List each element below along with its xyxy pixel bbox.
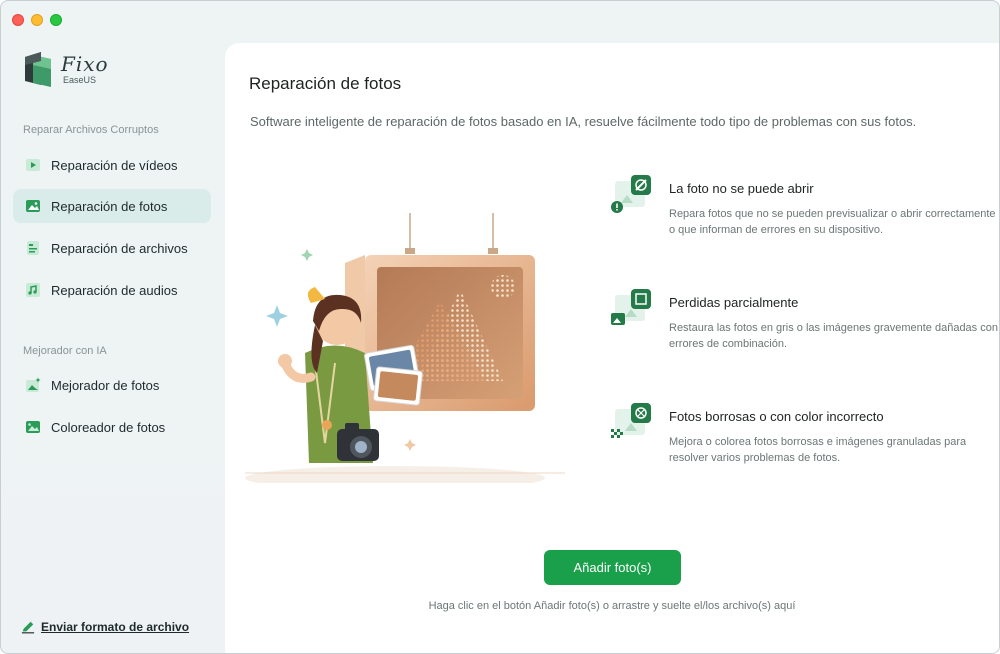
feature-description: Mejora o colorea fotos borrosas e imágen… [669, 436, 967, 464]
sidebar-item-video-repair[interactable]: Reparación de vídeos [13, 148, 211, 182]
sidebar-item-label: Mejorador de fotos [51, 377, 160, 393]
app-window: Fixo EaseUS Reparar Archivos Corruptos R… [0, 0, 1000, 654]
sidebar-item-audio-repair[interactable]: Reparación de audios [13, 273, 211, 307]
photo-cannot-open-icon [611, 175, 651, 213]
send-file-format-link[interactable]: Enviar formato de archivo [21, 620, 189, 634]
sidebar-item-label: Reparación de audios [51, 282, 178, 298]
page-title: Reparación de fotos [249, 74, 402, 93]
app-vendor: EaseUS [63, 74, 97, 85]
drop-hint: Haga clic en el botón Añadir foto(s) o a… [428, 600, 796, 612]
sidebar-item-label: Reparación de fotos [51, 198, 168, 214]
file-icon [27, 241, 39, 255]
sidebar-item-photo-repair[interactable]: Reparación de fotos [13, 189, 211, 223]
photo-icon [26, 200, 40, 212]
photo-repair-illustration [245, 213, 565, 483]
audio-icon [26, 283, 40, 297]
fixo-logo-icon [25, 52, 51, 87]
main-panel: Reparación de fotos Software inteligente… [225, 43, 999, 653]
photo-partially-lost-icon [611, 289, 651, 325]
sidebar: Fixo EaseUS Reparar Archivos Corruptos R… [1, 1, 223, 653]
feature-title: La foto no se puede abrir [669, 181, 814, 196]
app-name: Fixo [61, 51, 109, 76]
pencil-icon [21, 621, 35, 634]
send-file-format-label: Enviar formato de archivo [41, 620, 190, 634]
add-photos-button[interactable]: Añadir foto(s) [544, 550, 681, 585]
video-icon [26, 159, 40, 171]
sidebar-item-photo-colorizer[interactable]: Coloreador de fotos [13, 410, 211, 444]
section-label-repair: Reparar Archivos Corruptos [23, 124, 159, 136]
app-logo: Fixo EaseUS [21, 49, 109, 89]
sidebar-item-photo-enhancer[interactable]: Mejorador de fotos [13, 368, 211, 402]
photo-blurry-icon [611, 403, 651, 438]
photo-enhance-icon [26, 377, 41, 392]
section-label-ai: Mejorador con IA [23, 345, 107, 357]
feature-title: Perdidas parcialmente [669, 295, 799, 310]
sidebar-item-label: Reparación de archivos [51, 240, 188, 256]
sidebar-item-label: Reparación de vídeos [51, 157, 178, 173]
feature-description: Restaura las fotos en gris o las imágene… [669, 322, 998, 350]
feature-title: Fotos borrosas o con color incorrecto [669, 409, 884, 424]
feature-description: Repara fotos que no se pueden previsuali… [669, 208, 996, 236]
photo-colorize-icon [26, 421, 40, 433]
sidebar-item-label: Coloreador de fotos [51, 419, 166, 435]
sidebar-item-file-repair[interactable]: Reparación de archivos [13, 231, 211, 265]
page-subtitle: Software inteligente de reparación de fo… [250, 114, 917, 129]
